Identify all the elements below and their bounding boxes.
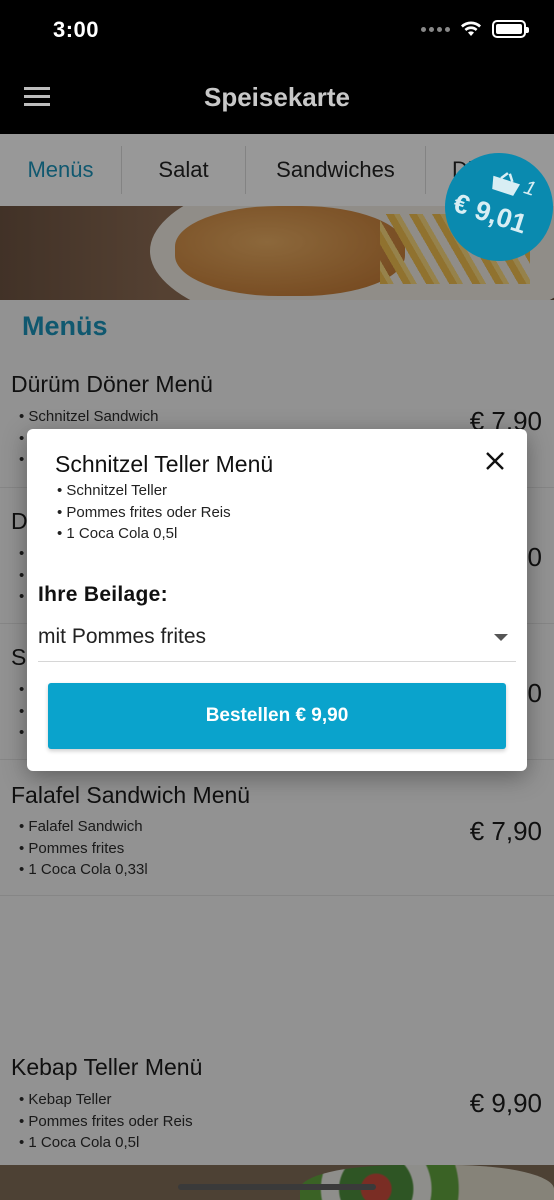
basket-icon	[492, 172, 521, 196]
order-button[interactable]: Bestellen € 9,90	[48, 683, 506, 749]
side-dish-value: mit Pommes frites	[38, 625, 207, 648]
home-indicator	[178, 1184, 376, 1190]
status-icons	[421, 20, 529, 38]
battery-icon	[492, 20, 529, 38]
menu-option-dialog: Schnitzel Teller Menü Schnitzel TellerPo…	[27, 429, 527, 771]
cart-total: € 9,01	[449, 187, 531, 240]
status-time: 3:00	[53, 17, 100, 42]
wifi-icon	[461, 21, 481, 36]
chevron-down-icon	[494, 634, 508, 641]
close-icon[interactable]	[483, 449, 507, 473]
cart-count: 1	[521, 176, 539, 201]
page-title: Speisekarte	[204, 82, 350, 112]
app-bar: Speisekarte	[0, 60, 554, 134]
side-dish-select[interactable]: mit Pommes frites	[38, 625, 516, 662]
dialog-title: Schnitzel Teller Menü	[55, 451, 274, 477]
status-bar: 3:00	[0, 0, 554, 60]
dialog-contents: Schnitzel TellerPommes frites oder Reis1…	[57, 480, 230, 545]
cellular-signal-icon	[421, 26, 450, 32]
side-dish-label: Ihre Beilage:	[38, 583, 168, 606]
